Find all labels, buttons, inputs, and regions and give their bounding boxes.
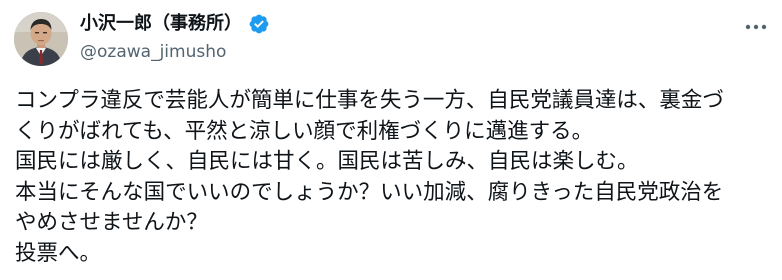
author-display-name[interactable]: 小沢一郎（事務所） xyxy=(80,12,242,36)
tweet-text-line: 国民には厳しく、自民には甘く。国民は苦しみ、自民は楽しむ。 xyxy=(15,149,639,174)
avatar-image xyxy=(14,12,68,66)
tweet-text-line: コンプラ違反で芸能人が簡単に仕事を失う一方、自民党議員達は、裏金づ xyxy=(15,88,724,113)
tweet-card: 小沢一郎（事務所） @ozawa_jimusho コンプラ違反で芸能人が簡単に仕… xyxy=(0,0,782,280)
tweet-text-line: 本当にそんな国でいいのでしょうか？いい加減、腐りきった自民党政治を xyxy=(15,179,724,205)
avatar[interactable] xyxy=(14,12,68,66)
tweet-text: コンプラ違反で芸能人が簡単に仕事を失う一方、自民党議員達は、裏金づ くりがばれて… xyxy=(15,86,775,269)
author-name-row: 小沢一郎（事務所） xyxy=(80,12,270,36)
tweet-text-line: やめさせませんか？ xyxy=(15,210,208,235)
author-handle[interactable]: @ozawa_jimusho xyxy=(80,41,226,63)
verified-badge-icon xyxy=(248,13,270,35)
more-options-icon[interactable] xyxy=(744,18,768,36)
tweet-text-line: くりがばれても、平然と涼しい顔で利権づくりに邁進する。 xyxy=(15,118,594,144)
tweet-text-line: 投票へ。 xyxy=(15,240,102,266)
